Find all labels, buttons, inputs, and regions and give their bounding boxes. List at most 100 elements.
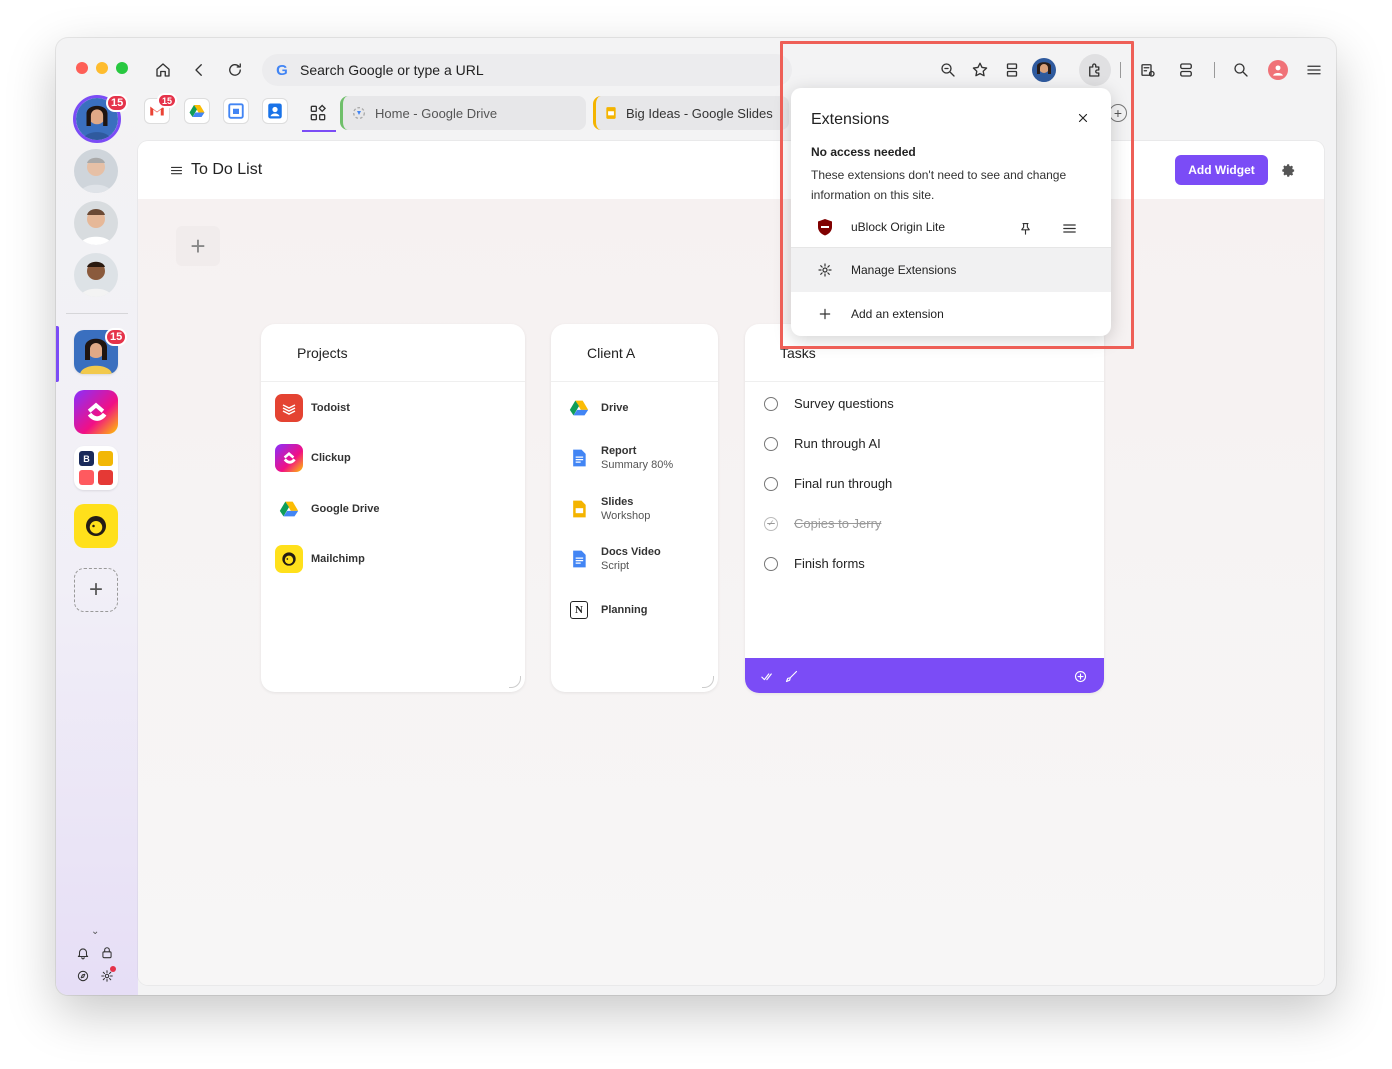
profile-avatar[interactable] [1032,58,1056,82]
task-checkbox[interactable] [764,396,778,411]
bookmark-star-icon[interactable] [968,58,992,82]
clickup-icon [87,402,107,421]
client-item-label: Docs Video [601,546,661,558]
close-icon[interactable] [1071,106,1095,130]
hamburger-icon[interactable] [164,158,188,182]
account-icon[interactable] [1268,60,1288,80]
client-item-sub: Script [601,560,630,572]
compass-icon[interactable] [74,967,92,985]
search-icon[interactable] [1229,58,1253,82]
search-input[interactable] [300,62,740,78]
add-extension-row[interactable]: Add an extension [791,292,1111,336]
space-avatar-badge: 15 [105,328,128,346]
tab-big-ideas-slides[interactable]: Big Ideas - Google Slides [593,96,789,130]
ublock-shield-icon [817,218,833,236]
page-content: To Do List Add Widget + Projects Todoist [138,141,1324,985]
client-item-docs-video[interactable]: Docs Video Script [565,545,661,573]
close-window-button[interactable] [76,62,88,74]
tab-home-google-drive[interactable]: Home - Google Drive [340,96,586,130]
profile-avatar-2[interactable] [74,149,118,193]
home-icon[interactable] [151,58,175,82]
widget-canvas: + Projects Todoist Clickup Google Drive … [138,199,1324,985]
back-icon[interactable] [187,58,211,82]
extensions-puzzle-icon[interactable] [1079,54,1111,86]
drive-app-tab[interactable] [184,98,210,124]
task-item-completed[interactable]: ✓ Copies to Jerry [764,516,881,531]
profile-avatar-3[interactable] [74,201,118,245]
lock-icon[interactable] [98,944,116,962]
sidebar-panel-icon[interactable] [1174,58,1198,82]
extension-row-ublock[interactable]: uBlock Origin Lite [791,208,1111,248]
client-item-report[interactable]: Report Summary 80% [565,444,673,472]
tab-list-icon[interactable] [1136,58,1160,82]
check-all-icon[interactable] [755,664,779,688]
extension-name: uBlock Origin Lite [851,220,946,234]
google-drive-icon [565,394,593,422]
active-space-indicator [56,326,59,382]
add-widget-button[interactable]: Add Widget [1175,155,1268,185]
task-item[interactable]: Finish forms [764,556,865,571]
client-item-drive[interactable]: Drive [565,394,629,422]
gmail-tab[interactable]: 15 [144,93,178,124]
add-widget-plus-button[interactable]: + [176,226,220,266]
add-space-button[interactable]: + [74,568,118,612]
task-checkbox[interactable] [764,476,778,491]
tab-title: Big Ideas - Google Slides [626,105,773,121]
projects-widget: Projects Todoist Clickup Google Drive Ma… [261,324,525,692]
app-folder[interactable]: B [74,446,118,490]
project-item-todoist[interactable]: Todoist [275,394,350,422]
clickup-space[interactable] [74,390,118,434]
address-bar[interactable]: G [262,54,792,86]
project-item-clickup[interactable]: Clickup [275,444,351,472]
mailchimp-space[interactable] [74,504,118,548]
client-item-label: Slides [601,496,634,508]
client-item-planning[interactable]: N Planning [565,596,647,624]
mailchimp-icon [86,516,106,536]
widgets-tab[interactable] [300,96,336,132]
client-item-slides[interactable]: Slides Workshop [565,495,650,523]
manage-extensions-label: Manage Extensions [851,263,957,277]
task-item[interactable]: Run through AI [764,436,881,451]
task-item[interactable]: Survey questions [764,396,894,411]
compass-app-icon [98,451,113,466]
task-checkbox[interactable] [764,436,778,451]
task-label: Copies to Jerry [794,516,882,531]
client-item-label: Drive [601,402,629,414]
rail-divider [66,313,128,314]
manage-extensions-row[interactable]: Manage Extensions [791,248,1111,292]
task-checkbox[interactable] [764,556,778,571]
add-task-icon[interactable] [1068,664,1092,688]
project-item-mailchimp[interactable]: Mailchimp [275,545,365,573]
loading-drive-icon [353,107,365,119]
zoom-icon[interactable] [936,58,960,82]
profile-avatar-4[interactable] [74,253,118,297]
add-extension-label: Add an extension [851,307,944,321]
resize-handle[interactable] [509,676,521,688]
settings-gear-icon[interactable] [98,966,116,985]
minimize-window-button[interactable] [96,62,108,74]
task-label: Survey questions [794,396,894,411]
task-checkbox-checked[interactable]: ✓ [764,516,778,531]
reading-list-icon[interactable] [1000,58,1024,82]
brush-icon[interactable] [779,664,803,688]
menu-icon[interactable] [1302,58,1326,82]
gmail-badge: 15 [157,93,178,108]
pin-icon[interactable] [1013,216,1037,240]
new-tab-icon[interactable]: + [1109,104,1127,122]
page-settings-gear-icon[interactable] [1276,158,1300,182]
google-docs-icon [565,545,593,573]
chevron-down-icon[interactable]: ⌄ [91,926,99,937]
project-label: Clickup [311,452,351,464]
calendar-app-tab[interactable] [223,98,249,124]
reload-icon[interactable] [223,58,247,82]
resize-handle[interactable] [702,676,714,688]
contacts-app-tab[interactable] [262,98,288,124]
notion-icon: N [565,596,593,624]
task-item[interactable]: Final run through [764,476,892,491]
page-title: To Do List [191,161,263,178]
tasks-widget: Tasks Survey questions Run through AI Fi… [745,324,1104,693]
bell-icon[interactable] [74,944,92,962]
project-item-google-drive[interactable]: Google Drive [275,495,379,523]
maximize-window-button[interactable] [116,62,128,74]
extension-menu-icon[interactable] [1057,216,1081,240]
